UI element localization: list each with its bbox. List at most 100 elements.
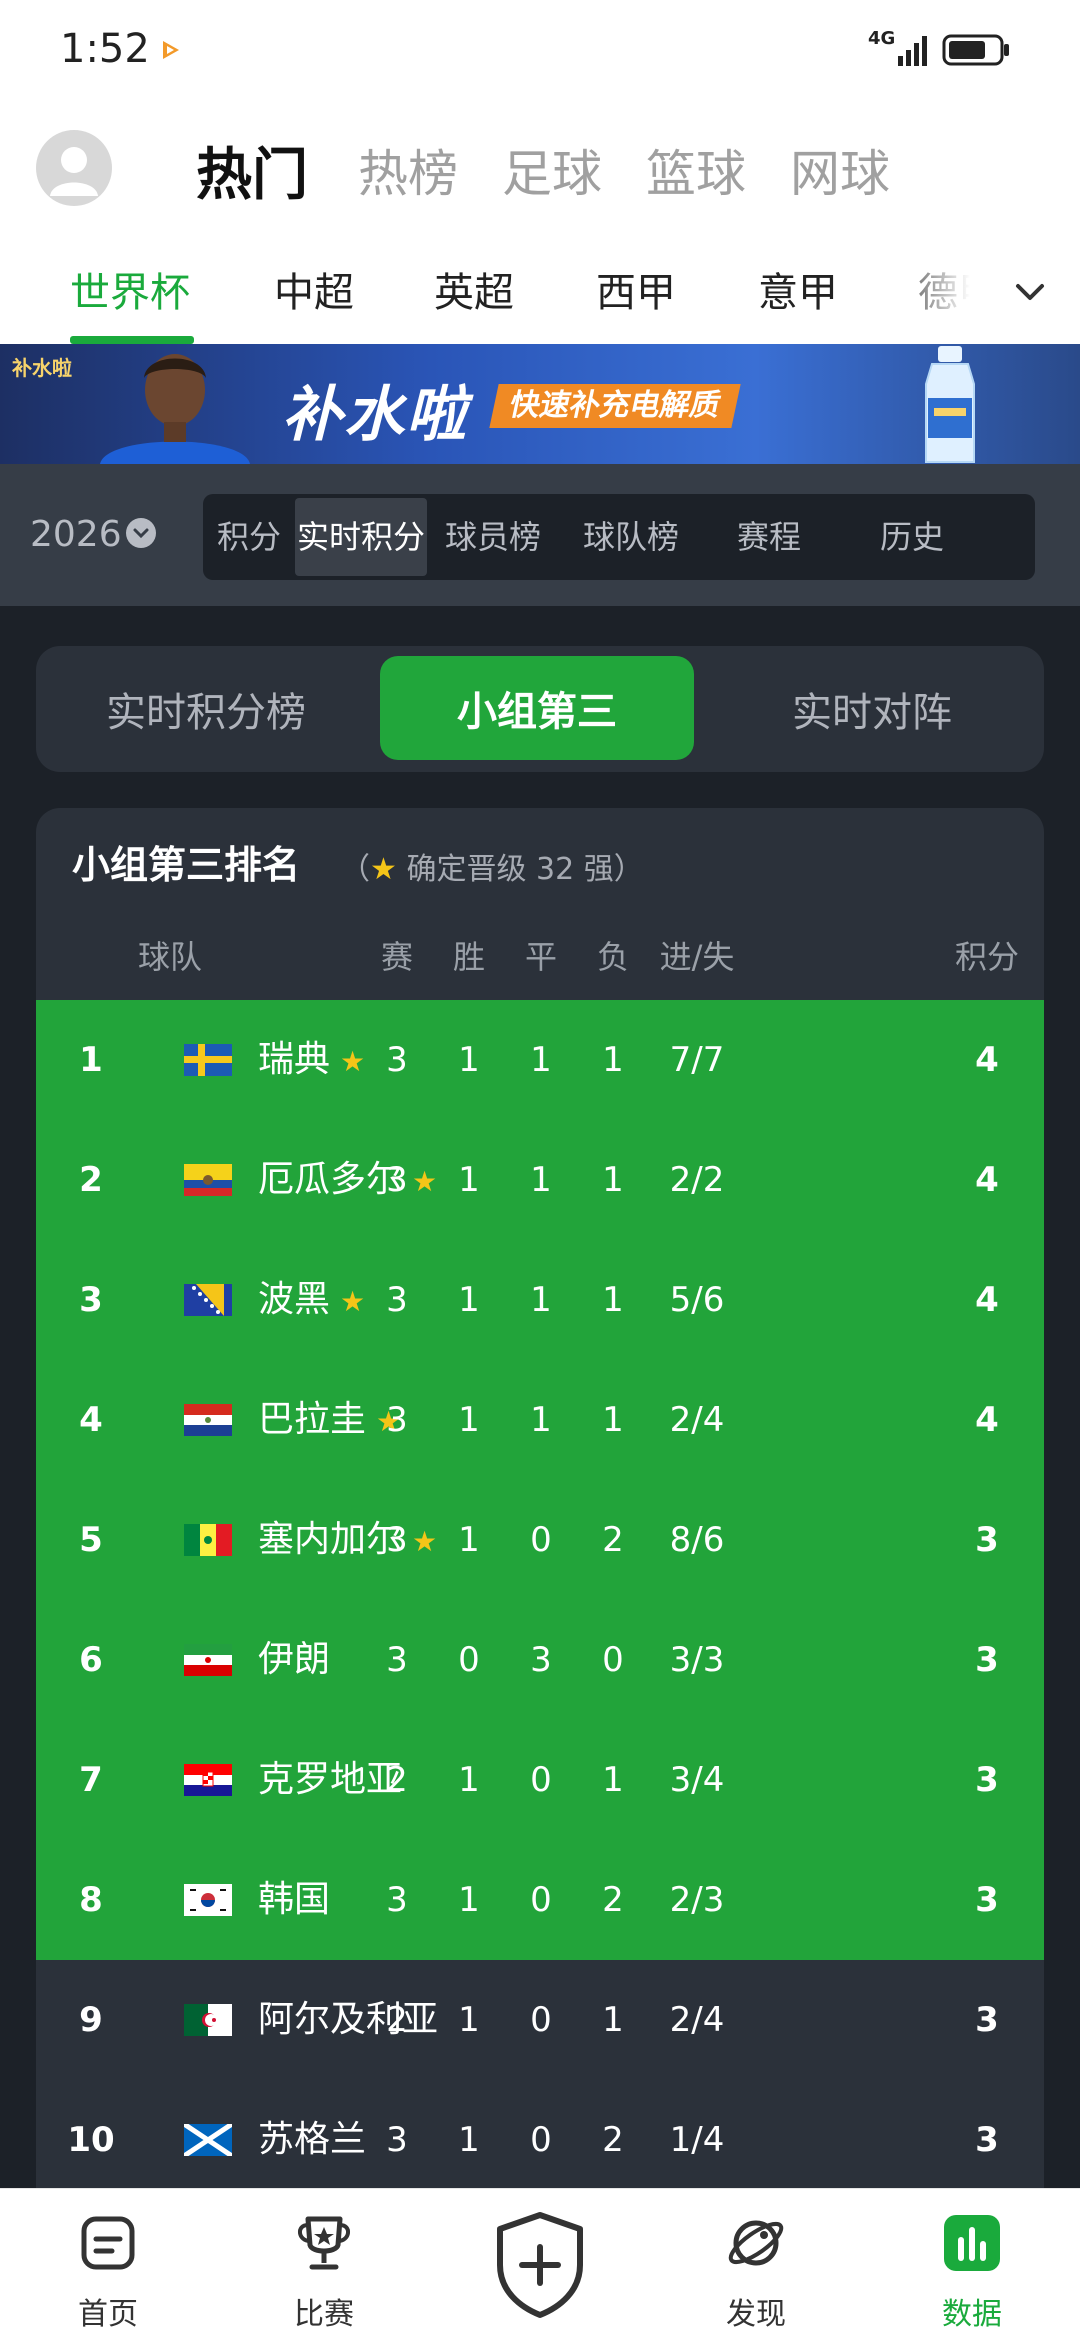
row-points: 3 (975, 2000, 999, 2040)
third-place-table: 小组第三排名 （★ 确定晋级 32 强） 球队 赛 胜 平 负 进/失 积分 1… (36, 808, 1044, 2188)
table-title: 小组第三排名 (72, 843, 301, 887)
tab-football[interactable]: 足球 (502, 134, 602, 206)
home-icon (81, 2216, 135, 2270)
row-played: 2 (386, 1760, 408, 1800)
row-rank: 3 (79, 1280, 103, 1320)
segment-standings[interactable]: 积分 (203, 494, 295, 580)
row-goals: 2/4 (669, 2000, 725, 2040)
athlete-image (100, 354, 250, 464)
banner-title: 补水啦 (282, 380, 468, 450)
subtab-bar: 实时积分榜 小组第三 实时对阵 (36, 646, 1044, 772)
signal-icon (898, 36, 927, 66)
add-shield-icon[interactable] (494, 2211, 586, 2319)
nav-discover-label: 发现 (726, 2297, 786, 2332)
row-rank: 2 (79, 1160, 103, 1200)
row-team-name: 瑞典 ★ (258, 1039, 366, 1080)
season-selector[interactable]: 2026 (30, 514, 122, 555)
table-row[interactable]: 10 苏格兰 3 1 0 2 1/4 3 (36, 2080, 1044, 2188)
row-goals: 3/4 (669, 1760, 725, 1800)
row-draw: 0 (530, 1520, 552, 1560)
video-app-icon (163, 41, 179, 59)
row-won: 1 (458, 1040, 480, 1080)
league-tab-world-cup[interactable]: 世界杯 (70, 260, 190, 318)
row-team-name: 韩国 (258, 1879, 331, 1920)
row-draw: 1 (530, 1040, 552, 1080)
row-won: 1 (458, 1400, 480, 1440)
header-draw: 平 (524, 938, 557, 976)
ecuador-flag-icon (184, 1164, 232, 1196)
header-points: 积分 (954, 938, 1019, 976)
nav-data[interactable]: 数据 (882, 2189, 1062, 2340)
row-goals: 2/3 (669, 1880, 725, 1920)
bosnia-flag-icon (184, 1284, 232, 1316)
row-won: 1 (458, 1280, 480, 1320)
subtab-live-bracket[interactable]: 实时对阵 (700, 646, 1044, 772)
row-won: 1 (458, 1760, 480, 1800)
filter-area: 2026 积分 实时积分 球员榜 球队榜 赛程 历史 (0, 464, 1080, 606)
segment-schedule[interactable]: 赛程 (709, 494, 829, 580)
chevron-down-icon[interactable] (1010, 272, 1050, 312)
row-rank: 8 (79, 1880, 103, 1920)
row-goals: 2/4 (669, 1400, 725, 1440)
row-rank: 7 (79, 1760, 103, 1800)
row-rank: 9 (79, 2000, 103, 2040)
tab-tennis[interactable]: 网球 (790, 134, 890, 206)
tab-basketball[interactable]: 篮球 (646, 134, 746, 206)
season-dropdown-icon[interactable] (126, 518, 156, 548)
table-row[interactable]: 2 厄瓜多尔 ★ 3 1 1 1 2/2 4 (36, 1120, 1044, 1240)
ad-banner[interactable]: 补水啦 补水啦 快速补充电解质 (0, 344, 1080, 464)
nav-matches[interactable]: 比赛 (234, 2189, 414, 2340)
league-tab-csl[interactable]: 中超 (274, 260, 354, 318)
row-played: 3 (386, 1520, 408, 1560)
status-bar: 1:52 4G (0, 0, 1080, 100)
banner-logo: 补水啦 (12, 356, 72, 380)
segment-player-rank[interactable]: 球员榜 (433, 494, 553, 580)
avatar[interactable] (36, 130, 112, 206)
star-icon: ★ (370, 852, 397, 887)
bottom-nav: 首页 比赛 发现 数据 (0, 2188, 1080, 2340)
row-played: 3 (386, 1280, 408, 1320)
bottle-image (925, 346, 975, 463)
nav-home[interactable]: 首页 (18, 2189, 198, 2340)
row-won: 0 (458, 1640, 480, 1680)
header-won: 胜 (452, 938, 485, 976)
league-tab-epl[interactable]: 英超 (434, 260, 514, 318)
table-row[interactable]: 4 巴拉圭 ★ 3 1 1 1 2/4 4 (36, 1360, 1044, 1480)
row-draw: 0 (530, 1760, 552, 1800)
header-played: 赛 (380, 938, 413, 976)
table-row[interactable]: 8 韩国 3 1 0 2 2/3 3 (36, 1840, 1044, 1960)
table-row[interactable]: 9 阿尔及利亚 2 1 0 1 2/4 3 (36, 1960, 1044, 2080)
subtab-third-place[interactable]: 小组第三 (380, 656, 694, 760)
table-row[interactable]: 5 塞内加尔 ★ 3 1 0 2 8/6 3 (36, 1480, 1044, 1600)
row-goals: 7/7 (669, 1040, 725, 1080)
row-draw: 1 (530, 1280, 552, 1320)
table-row[interactable]: 6 伊朗 3 0 3 0 3/3 3 (36, 1600, 1044, 1720)
tab-hot[interactable]: 热门 (196, 130, 308, 211)
row-points: 3 (975, 1520, 999, 1560)
row-draw: 0 (530, 2120, 552, 2160)
segment-team-rank[interactable]: 球队榜 (571, 494, 691, 580)
stats-segment-bar: 积分 实时积分 球员榜 球队榜 赛程 历史 (203, 494, 1035, 580)
segment-history[interactable]: 历史 (847, 494, 977, 580)
table-row[interactable]: 7 克罗地亚 2 1 0 1 3/4 3 (36, 1720, 1044, 1840)
league-tab-bar: 世界杯 中超 英超 西甲 意甲 德甲 (0, 240, 1080, 344)
nav-home-label: 首页 (78, 2297, 138, 2332)
segment-live-standings[interactable]: 实时积分 (295, 498, 427, 576)
table-row[interactable]: 3 波黑 ★ 3 1 1 1 5/6 4 (36, 1240, 1044, 1360)
iran-flag-icon (184, 1644, 232, 1676)
league-tab-laliga[interactable]: 西甲 (596, 260, 676, 318)
table-row[interactable]: 1 瑞典 ★ 3 1 1 1 7/7 4 (36, 1000, 1044, 1120)
league-tab-seriea[interactable]: 意甲 (758, 260, 838, 318)
header-goals: 进/失 (659, 938, 735, 976)
battery-icon (942, 34, 1009, 66)
nav-discover[interactable]: 发现 (666, 2189, 846, 2340)
row-goals: 8/6 (669, 1520, 725, 1560)
row-team-name: 伊朗 (258, 1639, 331, 1680)
row-team-name: 苏格兰 (258, 2119, 367, 2160)
status-time: 1:52 (60, 26, 150, 72)
tab-hot-list[interactable]: 热榜 (358, 134, 458, 206)
row-played: 3 (386, 1640, 408, 1680)
subtab-live-table[interactable]: 实时积分榜 (36, 646, 376, 772)
senegal-flag-icon (184, 1524, 232, 1556)
scotland-flag-icon (184, 2124, 232, 2156)
